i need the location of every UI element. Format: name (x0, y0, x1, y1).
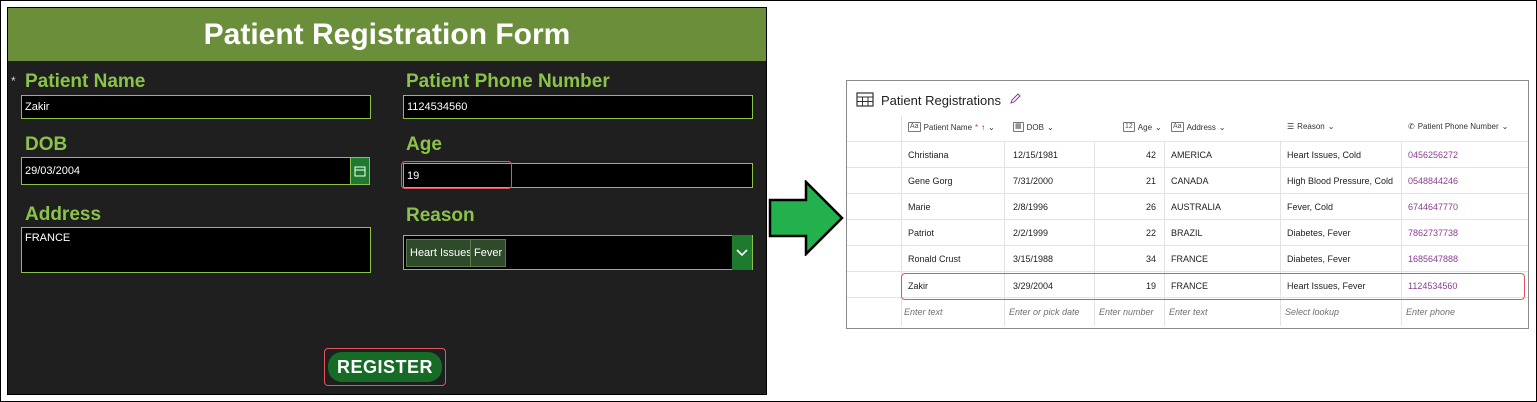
pencil-icon[interactable] (1009, 93, 1021, 105)
reason-chip[interactable]: Heart Issues (406, 239, 476, 267)
table-cell[interactable]: 1685647888 (1408, 254, 1458, 264)
form-title: Patient Registration Form (8, 8, 766, 61)
reason-chip[interactable]: Fever (470, 239, 507, 267)
phone-icon: ✆ (1408, 122, 1415, 131)
chevron-down-icon: ⌄ (1327, 122, 1335, 131)
table-cell[interactable]: 2/8/1996 (1013, 202, 1048, 212)
table-cell[interactable]: CANADA (1171, 176, 1209, 186)
table-cell[interactable]: 26 (1126, 202, 1156, 212)
patient-phone-input[interactable]: 1124534560 (403, 95, 753, 119)
table-cell[interactable]: FRANCE (1171, 281, 1208, 291)
table-cell[interactable]: 1124534560 (1408, 281, 1457, 291)
table-cell[interactable]: Marie (908, 202, 931, 212)
table-cell[interactable]: High Blood Pressure, Cold (1287, 176, 1393, 186)
right-arrow-icon (768, 180, 844, 256)
table-cell[interactable]: Zakir (908, 281, 928, 291)
table-cell[interactable]: Gene Gorg (908, 176, 953, 186)
table-cell[interactable]: 0456256272 (1408, 150, 1458, 160)
table-cell[interactable]: Heart Issues, Cold (1287, 150, 1361, 160)
table-cell[interactable]: AMERICA (1171, 150, 1212, 160)
new-row-address-input[interactable]: Enter text (1169, 307, 1208, 317)
patient-name-label: Patient Name (25, 71, 146, 92)
new-row-reason-input[interactable]: Select lookup (1285, 307, 1339, 317)
table-cell[interactable]: Diabetes, Fever (1287, 228, 1351, 238)
chevron-down-icon: ⌄ (1501, 122, 1509, 131)
number-field-icon: 12 (1123, 122, 1135, 132)
register-button[interactable]: REGISTER (328, 352, 442, 382)
new-row-dob-input[interactable]: Enter or pick date (1009, 307, 1080, 317)
column-header-dob[interactable]: ▦ DOB ⌄ (1013, 122, 1054, 132)
column-header-age[interactable]: 12 Age ⌄ (1123, 122, 1162, 132)
reason-label: Reason (406, 205, 475, 226)
text-field-icon: Aa (1171, 122, 1184, 132)
table-cell[interactable]: 6744647770 (1408, 202, 1458, 212)
table-cell[interactable]: 42 (1126, 150, 1156, 160)
table-cell[interactable]: 34 (1126, 254, 1156, 264)
table-icon (856, 92, 874, 107)
table-cell[interactable]: 19 (1126, 281, 1156, 291)
column-header-phone[interactable]: ✆ Patient Phone Number ⌄ (1408, 122, 1508, 131)
table-cell[interactable]: 21 (1126, 176, 1156, 186)
address-label: Address (25, 204, 102, 225)
table-cell[interactable]: 7862737738 (1408, 228, 1458, 238)
table-title: Patient Registrations (881, 93, 1001, 108)
table-cell[interactable]: Ronald Crust (908, 254, 961, 264)
calendar-icon: ▦ (1013, 122, 1024, 132)
address-input[interactable]: FRANCE (21, 227, 371, 273)
calendar-icon[interactable] (350, 157, 370, 185)
column-header-reason[interactable]: ☰ Reason ⌄ (1287, 122, 1334, 131)
table-cell[interactable]: 2/2/1999 (1013, 228, 1048, 238)
new-row-name-input[interactable]: Enter text (904, 307, 943, 317)
table-cell[interactable]: Diabetes, Fever (1287, 254, 1351, 264)
table-cell[interactable]: Heart Issues, Fever (1287, 281, 1366, 291)
chevron-down-icon: ⌄ (988, 122, 995, 132)
table-cell[interactable]: FRANCE (1171, 254, 1208, 264)
table-cell[interactable]: Fever, Cold (1287, 202, 1333, 212)
table-cell[interactable]: AUSTRALIA (1171, 202, 1221, 212)
new-row-phone-input[interactable]: Enter phone (1406, 307, 1455, 317)
chevron-down-icon: ⌄ (1218, 122, 1226, 132)
dob-input[interactable]: 29/03/2004 (21, 157, 351, 185)
column-header-patient-name[interactable]: Aa Patient Name * ↑ ⌄ (908, 122, 995, 132)
chevron-down-icon[interactable] (732, 235, 752, 270)
new-row-age-input[interactable]: Enter number (1099, 307, 1154, 317)
chevron-down-icon: ⌄ (1155, 122, 1162, 132)
table-cell[interactable]: 3/29/2004 (1013, 281, 1053, 291)
patient-registrations-table: Patient Registrations Aa Patient Name * … (846, 80, 1529, 329)
sort-ascending-icon: ↑ (981, 122, 986, 132)
patient-phone-label: Patient Phone Number (406, 71, 610, 92)
table-cell[interactable]: 22 (1126, 228, 1156, 238)
chevron-down-icon: ⌄ (1046, 122, 1054, 132)
required-marker: * (11, 74, 16, 88)
column-header-address[interactable]: Aa Address ⌄ (1171, 122, 1226, 132)
table-cell[interactable]: 12/15/1981 (1013, 150, 1058, 160)
patient-name-input[interactable]: Zakir (21, 95, 371, 119)
table-cell[interactable]: 3/15/1988 (1013, 254, 1053, 264)
table-cell[interactable]: 7/31/2000 (1013, 176, 1053, 186)
table-cell[interactable]: BRAZIL (1171, 228, 1203, 238)
table-cell[interactable]: Christiana (908, 150, 949, 160)
patient-registration-form: Patient Registration Form * Patient Name… (7, 7, 767, 395)
dob-label: DOB (25, 134, 68, 155)
list-icon: ☰ (1287, 122, 1295, 131)
age-highlight-box (401, 161, 512, 189)
age-label: Age (406, 134, 442, 155)
table-cell[interactable]: Patriot (908, 228, 934, 238)
table-cell[interactable]: 0548844246 (1408, 176, 1458, 186)
text-field-icon: Aa (908, 122, 921, 132)
